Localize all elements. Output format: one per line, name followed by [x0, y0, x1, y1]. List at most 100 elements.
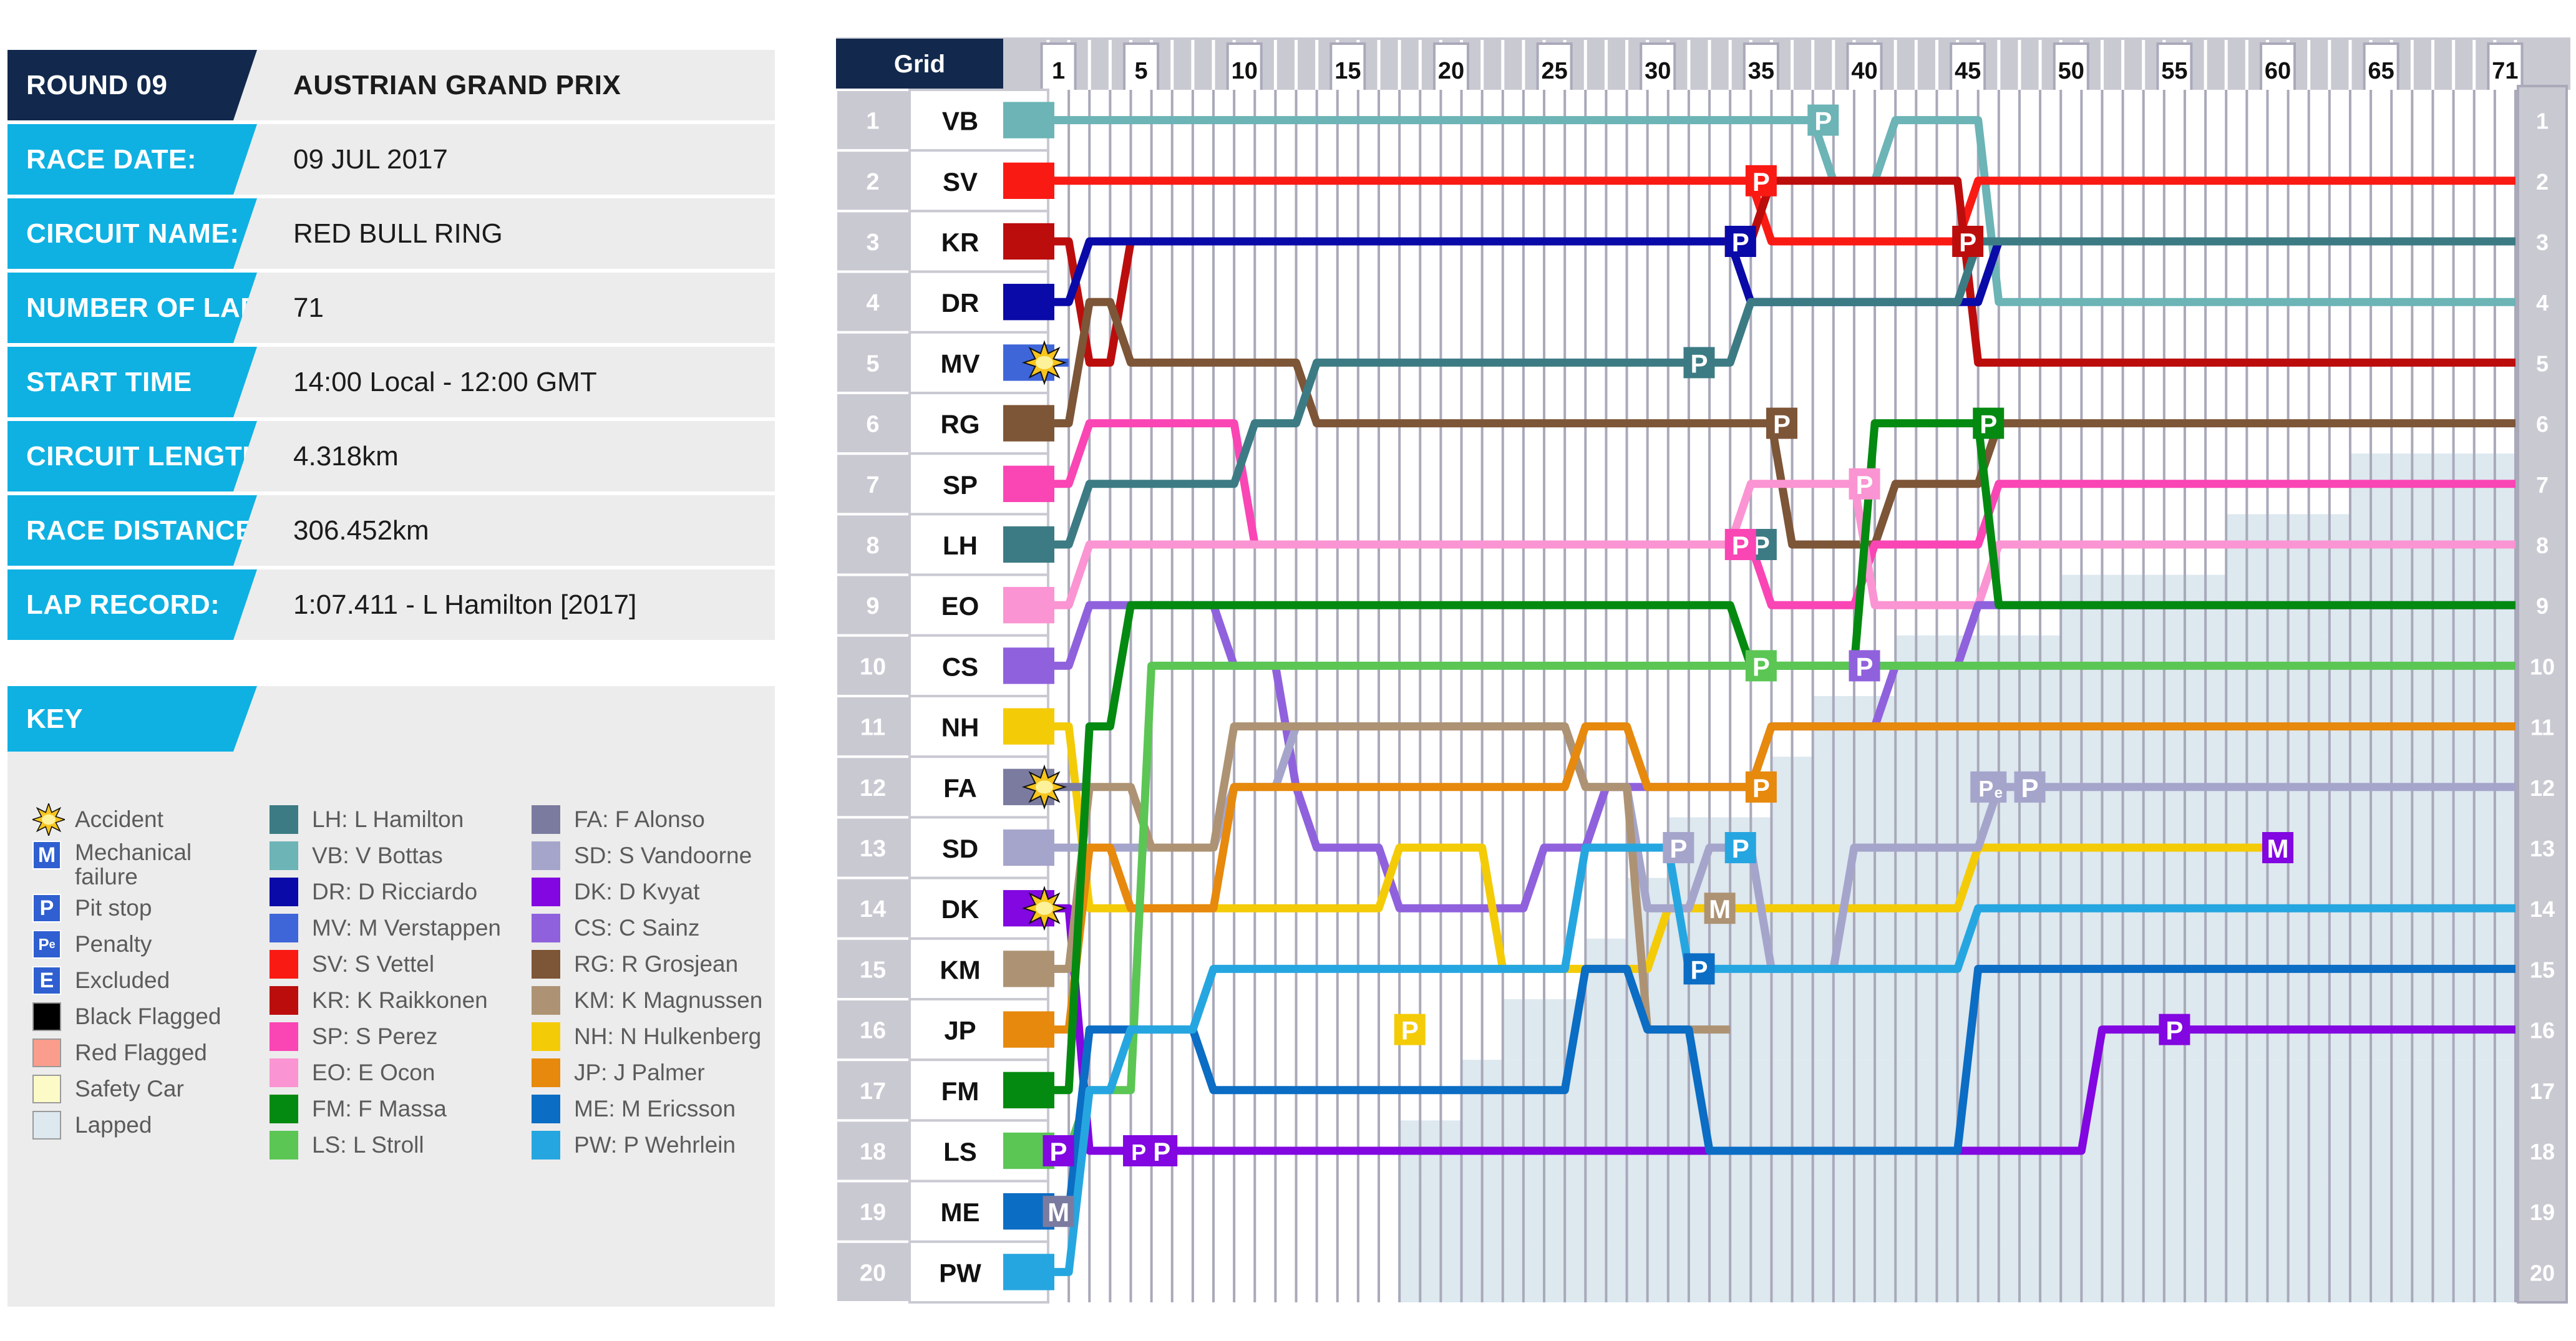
key-driver-label: NH: N Hulkenberg — [574, 1023, 762, 1049]
marker-label: P — [1732, 834, 1749, 863]
marker-label: M — [2267, 834, 2289, 863]
finish-position-number: 11 — [2530, 715, 2554, 740]
marker-pit-stop-pw: P — [1724, 832, 1756, 863]
driver-code-pw: PW — [939, 1258, 981, 1287]
marker-pit-stop-dr: P — [1724, 226, 1756, 257]
penalty-icon: Pe — [32, 930, 61, 959]
lapped-region — [1461, 1060, 2515, 1121]
driver-code-kr: KR — [941, 228, 979, 257]
marker-pit-stop-sd: P — [2014, 771, 2046, 803]
info-label-text: CIRCUIT NAME: — [26, 218, 240, 249]
accident-star-icon — [32, 803, 65, 836]
finish-position-number: 12 — [2530, 775, 2555, 801]
marker-pit-stop-rg: P — [1766, 407, 1797, 439]
key-item-driver-sd: SD: S Vandoorne — [532, 841, 775, 871]
finish-position-number: 13 — [2530, 836, 2555, 861]
marker-label: M — [1709, 894, 1731, 924]
driver-code-dk: DK — [941, 894, 979, 924]
lap-tick-label: 30 — [1645, 58, 1671, 84]
info-value-text: 09 JUL 2017 — [293, 143, 448, 175]
lap-chart-svg: Grid 1 5 10 15 20 25 30 35 40 45 50 55 60 65 711 VB2 SV3 K… — [836, 37, 2570, 1304]
accident-star-dk — [1021, 886, 1067, 931]
key-driver-label: DR: D Ricciardo — [312, 878, 478, 904]
key-item-event: Black Flagged — [32, 1002, 270, 1032]
lap-chart-infographic: ROUND 09 AUSTRIAN GRAND PRIX RACE DATE: 0… — [0, 0, 2576, 1341]
race-info-panel: ROUND 09 AUSTRIAN GRAND PRIX RACE DATE: 0… — [7, 50, 775, 644]
info-row-round: ROUND 09 AUSTRIAN GRAND PRIX — [7, 50, 775, 120]
driver-color-swatch — [532, 986, 560, 1015]
driver-swatch-eo — [1003, 587, 1054, 624]
driver-color-swatch — [532, 805, 560, 834]
info-label-round: ROUND 09 — [7, 50, 257, 120]
info-row: LAP RECORD: 1:07.411 - L Hamilton [2017] — [7, 569, 775, 640]
driver-color-swatch — [270, 914, 298, 942]
marker-label-sub: e — [1995, 785, 2003, 801]
finish-position-number: 14 — [2530, 896, 2555, 922]
finish-position-number: 17 — [2530, 1078, 2555, 1104]
key-driver-label: FM: F Massa — [312, 1095, 447, 1121]
key-columns: Accident M Mechanical failure P Pit stop Pe Pen… — [7, 803, 775, 1166]
info-label: NUMBER OF LAPS: — [7, 273, 257, 343]
key-driver-label: JP: J Palmer — [574, 1059, 705, 1085]
marker-pit-stop-sd: P — [1663, 832, 1694, 863]
key-title-text: KEY — [26, 703, 83, 734]
color-swatch-icon — [32, 1002, 61, 1031]
marker-label: P — [2021, 773, 2039, 803]
driver-swatch-lh — [1003, 526, 1054, 563]
key-driver-label: MV: M Verstappen — [312, 914, 501, 941]
grid-position-number: 19 — [860, 1199, 886, 1226]
driver-color-swatch — [532, 1131, 560, 1159]
key-item-driver-pw: PW: P Wehrlein — [532, 1130, 775, 1160]
lap-tick-label: 5 — [1135, 58, 1148, 84]
grid-position-number: 18 — [860, 1139, 886, 1165]
color-swatch-icon — [32, 1111, 61, 1140]
key-item-driver-cs: CS: C Sainz — [532, 913, 775, 943]
driver-code-cs: CS — [942, 652, 978, 681]
accident-star-fa — [1021, 764, 1067, 810]
marker-label: P — [1752, 167, 1770, 196]
finish-position-number: 4 — [2536, 290, 2549, 316]
marker-pit-stop-sv: P — [1745, 165, 1777, 196]
info-value: 4.318km — [257, 421, 775, 491]
key-driver-label: SD: S Vandoorne — [574, 842, 752, 868]
key-item-driver-rg: RG: R Grosjean — [532, 949, 775, 979]
info-label: LAP RECORD: — [7, 569, 257, 640]
info-value-text: RED BULL RING — [293, 218, 503, 249]
driver-code-nh: NH — [941, 713, 979, 742]
lap-tick-label: 45 — [1955, 58, 1981, 84]
marker-pit-stop-cs: P — [1849, 650, 1880, 682]
marker-label: P — [1690, 955, 1708, 984]
key-driver-label: ME: M Ericsson — [574, 1095, 736, 1121]
grid-position-number: 12 — [860, 775, 886, 801]
marker-label: P — [1959, 228, 1976, 257]
driver-color-swatch — [270, 878, 298, 906]
grid-position-number: 15 — [860, 957, 886, 983]
marker-pit-stop-sp: P — [1724, 529, 1756, 560]
info-label: CIRCUIT NAME: — [7, 198, 257, 269]
key-driver-label: SV: S Vettel — [312, 951, 435, 977]
driver-swatch-dr — [1003, 284, 1054, 321]
info-label-text: LAP RECORD: — [26, 589, 220, 620]
key-item-label: Penalty — [75, 931, 152, 957]
key-driver-label: KM: K Magnussen — [574, 987, 763, 1013]
info-value-text: 71 — [293, 292, 324, 323]
driver-color-swatch — [532, 1022, 560, 1051]
finish-position-number: 2 — [2536, 169, 2549, 195]
marker-label: P — [1814, 107, 1832, 136]
key-item-event: Lapped — [32, 1110, 270, 1140]
marker-mechanical-failure-me: M — [1043, 1196, 1074, 1227]
info-label-text: NUMBER OF LAPS: — [26, 292, 288, 323]
key-item-driver-eo: EO: E Ocon — [270, 1058, 532, 1088]
key-item-driver-fa: FA: F Alonso — [532, 805, 775, 835]
info-label-round-text: ROUND 09 — [26, 69, 168, 100]
key-item-driver-jp: JP: J Palmer — [532, 1058, 775, 1088]
key-driver-label: CS: C Sainz — [574, 914, 700, 941]
marker-label: P — [1978, 776, 1993, 801]
key-item-driver-vb: VB: V Bottas — [270, 841, 532, 871]
driver-code-sv: SV — [943, 167, 978, 196]
key-item-driver-dk: DK: D Kvyat — [532, 877, 775, 907]
driver-code-km: KM — [940, 955, 980, 984]
driver-swatch-km — [1003, 951, 1054, 987]
accident-star-core — [1036, 901, 1053, 915]
lap-tick-label: 10 — [1232, 58, 1258, 84]
